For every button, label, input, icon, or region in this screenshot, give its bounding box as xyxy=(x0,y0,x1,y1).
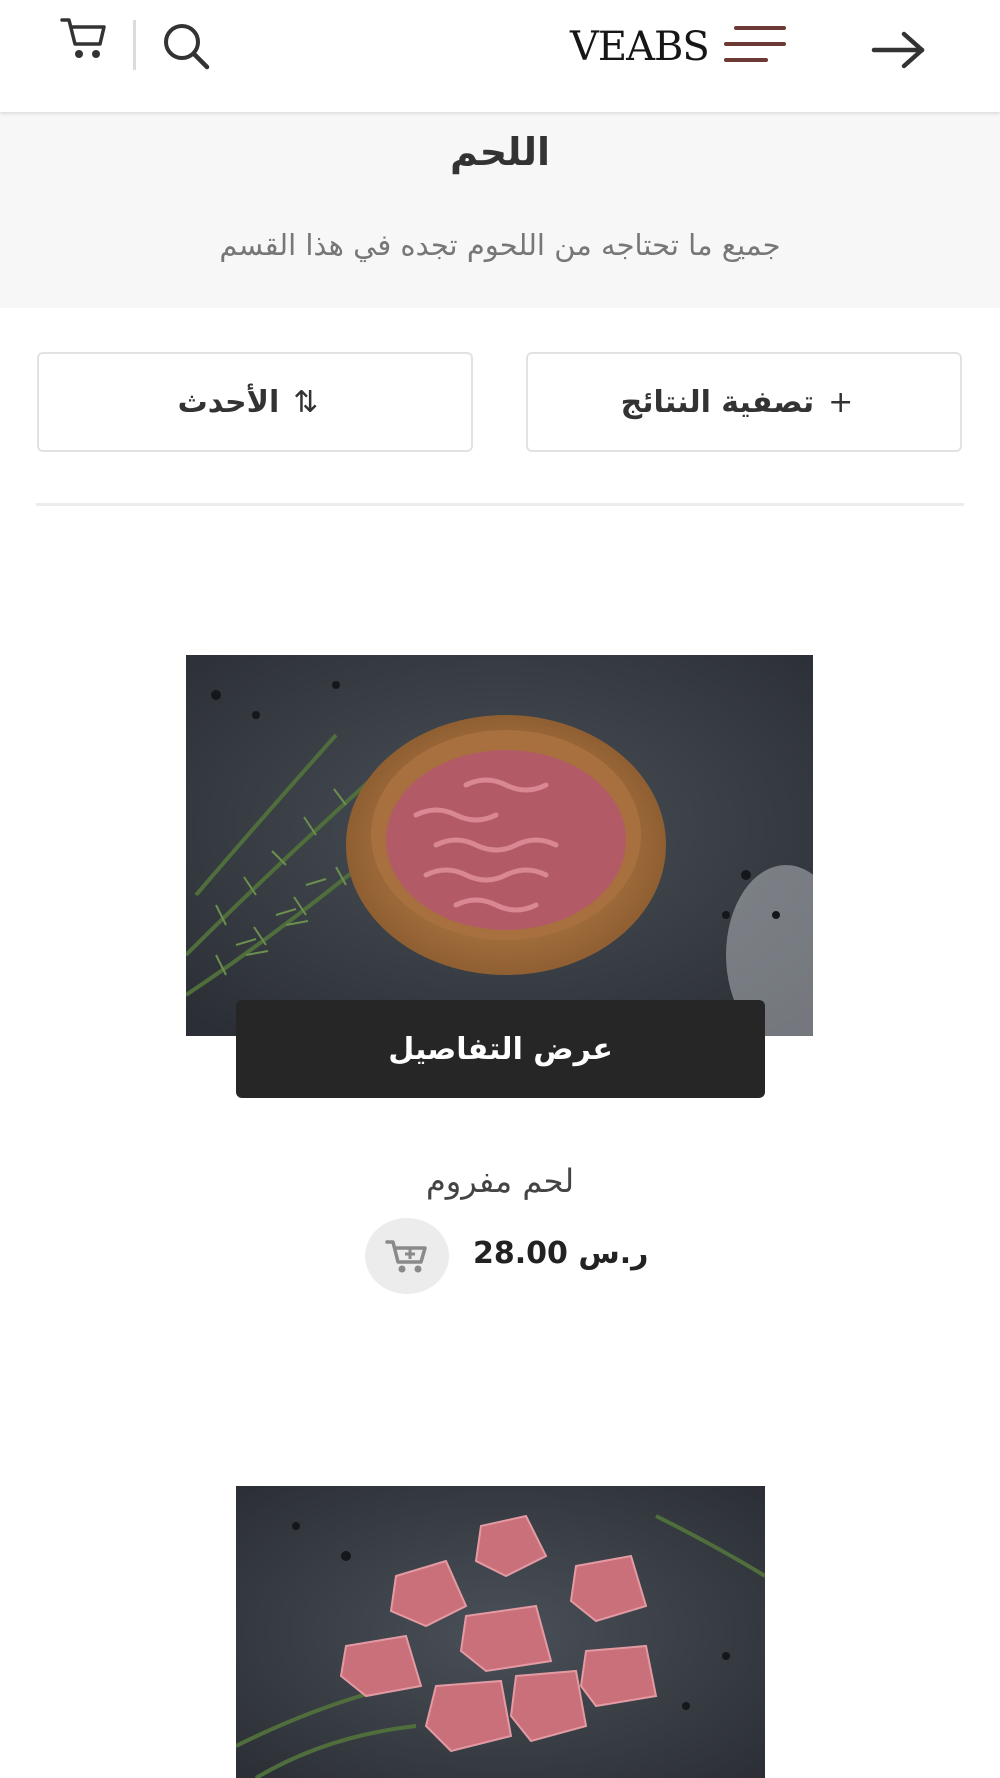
product-price: 28.00 ر.س xyxy=(473,1236,649,1271)
section-divider xyxy=(36,503,964,506)
top-header: VEABS xyxy=(0,0,1000,112)
view-details-button[interactable]: عرض التفاصيل xyxy=(236,1000,765,1098)
sort-newest-button[interactable]: الأحدث ⇅ xyxy=(37,352,473,452)
search-icon[interactable] xyxy=(160,20,212,72)
category-banner: اللحم جميع ما تحتاجه من اللحوم تجده في ه… xyxy=(0,112,1000,308)
sort-label: الأحدث xyxy=(177,384,280,420)
cart-icon[interactable] xyxy=(58,14,110,62)
add-to-cart-button[interactable] xyxy=(365,1218,449,1294)
filter-results-button[interactable]: تصفية النتائج + xyxy=(526,352,962,452)
sort-arrows-icon: ⇅ xyxy=(293,384,319,420)
menu-icon[interactable] xyxy=(722,22,786,70)
product-image[interactable] xyxy=(186,655,813,1036)
header-separator xyxy=(133,20,136,70)
plus-icon: + xyxy=(828,384,854,420)
category-title: اللحم xyxy=(450,130,550,174)
back-arrow-icon[interactable] xyxy=(870,28,928,72)
category-subtitle: جميع ما تحتاجه من اللحوم تجده في هذا الق… xyxy=(219,228,781,262)
price-row: 28.00 ر.س xyxy=(365,1218,665,1294)
product-name[interactable]: لحم مفروم xyxy=(0,1162,1000,1200)
filter-label: تصفية النتائج xyxy=(620,384,815,420)
product-image[interactable] xyxy=(236,1486,765,1778)
brand-logo-text: VEABS xyxy=(570,24,710,70)
brand-logo[interactable]: VEABS xyxy=(570,24,715,70)
